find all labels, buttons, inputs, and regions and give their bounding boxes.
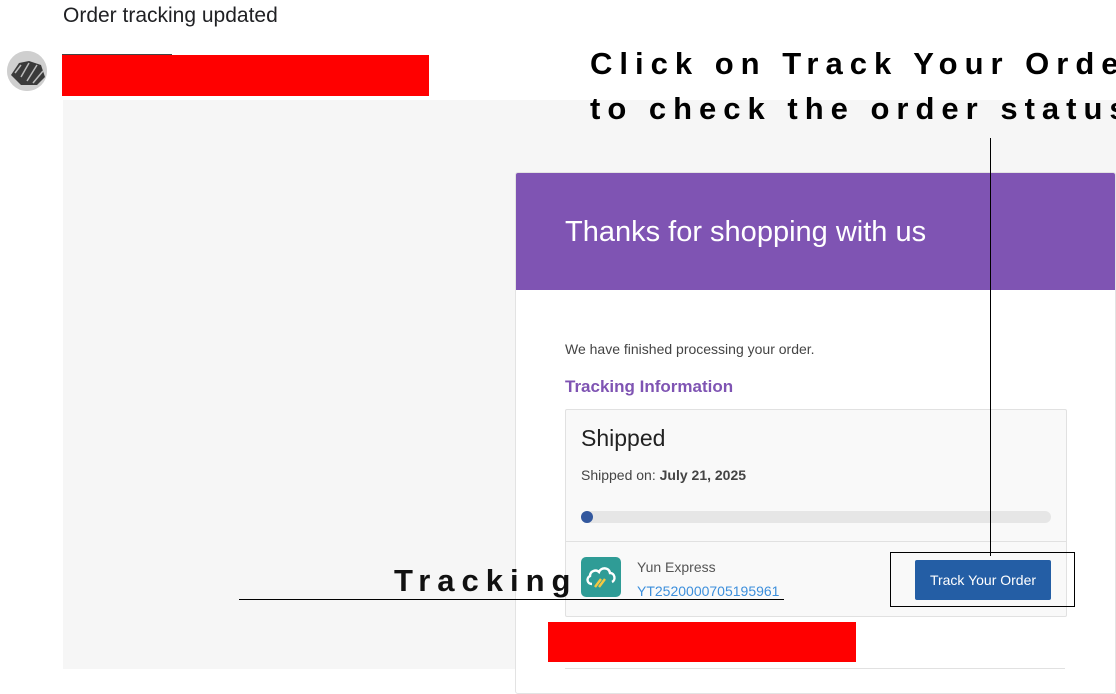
- shipped-on: Shipped on: July 21, 2025: [581, 467, 746, 483]
- redacted-footer: [548, 622, 856, 662]
- shipped-on-date: July 21, 2025: [659, 467, 747, 483]
- card-header: Thanks for shopping with us: [516, 173, 1115, 290]
- divider: [566, 541, 1066, 542]
- progress-fill: [581, 511, 593, 523]
- carrier-logo: [581, 557, 621, 597]
- card-title: Thanks for shopping with us: [565, 216, 927, 248]
- tracking-number-link[interactable]: YT2520000705195961: [637, 583, 779, 599]
- intro-text: We have finished processing your order.: [565, 341, 815, 357]
- redacted-sender: [62, 55, 429, 96]
- annotation-highlight-box: [890, 552, 1075, 607]
- shipment-progress-bar: [581, 511, 1051, 523]
- email-subject: Order tracking updated: [63, 4, 278, 27]
- order-card: Thanks for shopping with us We have fini…: [515, 172, 1116, 694]
- annotation-line-2: to check the order status.: [590, 91, 1116, 126]
- sender-avatar[interactable]: [7, 51, 47, 91]
- shipped-on-label: Shipped on:: [581, 467, 656, 483]
- avatar-image-icon: [7, 51, 47, 91]
- annotation-instruction: Click on Track Your Order to check the o…: [590, 41, 1116, 131]
- annotation-line-1: Click on Track Your Order: [590, 46, 1116, 81]
- cloud-truck-icon: [586, 567, 616, 588]
- carrier-name: Yun Express: [637, 559, 716, 575]
- annotation-underline: [239, 599, 784, 600]
- annotation-tracking-label: Tracking: [394, 563, 578, 598]
- annotation-pointer-line: [990, 138, 991, 556]
- tracking-heading: Tracking Information: [565, 377, 734, 396]
- shipment-status: Shipped: [581, 425, 666, 451]
